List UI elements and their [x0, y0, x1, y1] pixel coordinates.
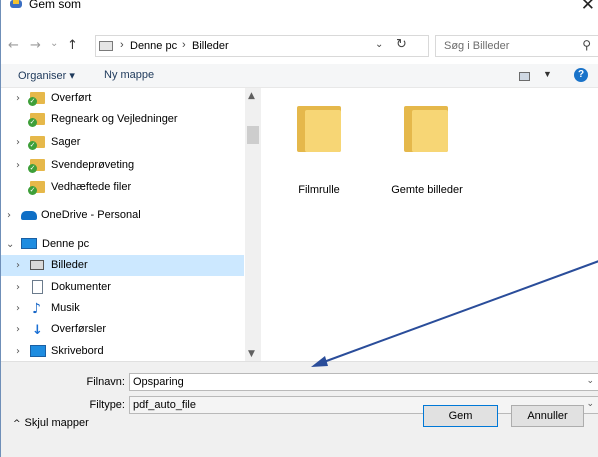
navigation-scrollbar[interactable]: ▲ ▼: [245, 88, 261, 361]
tree-item-label: Overførsler: [51, 323, 106, 335]
folder-icon: [297, 106, 341, 152]
close-icon[interactable]: ✕: [581, 0, 595, 15]
chevron-right-icon[interactable]: ›: [16, 132, 20, 153]
pictures-icon: [30, 260, 44, 270]
chevron-right-icon[interactable]: ›: [16, 319, 20, 340]
chevron-right-icon[interactable]: ›: [16, 255, 20, 276]
desktop-icon: [30, 345, 46, 357]
chevron-right-icon[interactable]: ›: [16, 155, 20, 176]
view-options-icon[interactable]: [519, 72, 530, 81]
tree-item-vedhaeftede-filer[interactable]: ✓ Vedhæftede filer: [1, 177, 244, 198]
folder-sync-icon: ✓: [28, 181, 45, 195]
tree-item-svendeproeveting[interactable]: › ✓ Svendeprøveting: [1, 155, 244, 176]
tree-item-overfoert[interactable]: › ✓ Overført: [1, 88, 244, 109]
filetype-label: Filtype:: [89, 399, 125, 411]
chevron-down-icon[interactable]: ⌄: [6, 234, 14, 255]
filename-label: Filnavn:: [86, 376, 125, 388]
chevron-right-icon[interactable]: ›: [16, 277, 20, 298]
new-folder-button[interactable]: Ny mappe: [104, 69, 154, 81]
folder-sync-icon: ✓: [28, 113, 45, 127]
chevron-down-icon[interactable]: ⌄: [586, 399, 594, 409]
tree-item-label: Sager: [51, 136, 81, 148]
chevron-right-icon[interactable]: ›: [16, 298, 20, 319]
scroll-down-icon[interactable]: ▼: [248, 349, 255, 359]
chevron-right-icon[interactable]: ›: [7, 205, 11, 226]
navigation-pane: › ✓ Overført ✓ Regneark og Vejledninger …: [1, 88, 259, 361]
filetype-value: pdf_auto_file: [133, 399, 196, 411]
tree-item-skrivebord[interactable]: › Skrivebord: [1, 341, 244, 362]
tree-item-label: Svendeprøveting: [51, 159, 135, 171]
folder-sync-icon: ✓: [28, 136, 45, 150]
chevron-up-icon: ^: [13, 419, 21, 429]
filename-input[interactable]: Opsparing: [133, 376, 184, 388]
chevron-right-icon[interactable]: ›: [16, 88, 20, 109]
up-folder-icon[interactable]: ↑: [67, 33, 78, 59]
tree-item-sager[interactable]: › ✓ Sager: [1, 132, 244, 153]
tree-item-billeder[interactable]: › Billeder: [1, 255, 244, 276]
navigation-bar: ← → ⌄ ↑ › Denne pc › Billeder ⌄ ↻ Søg i …: [1, 33, 598, 59]
breadcrumb-billeder[interactable]: Billeder: [192, 40, 229, 52]
scrollbar-thumb[interactable]: [247, 126, 259, 144]
folder-sync-icon: ✓: [28, 92, 45, 106]
tree-item-label: Billeder: [51, 259, 88, 271]
tree-item-overfoersler[interactable]: › ↓ Overførsler: [1, 319, 244, 340]
chevron-right-icon[interactable]: ›: [16, 341, 20, 362]
search-input[interactable]: Søg i Billeder: [444, 40, 509, 52]
music-icon: ♪: [32, 301, 41, 317]
chevron-down-icon[interactable]: ⌄: [375, 39, 383, 50]
folder-sync-icon: ✓: [28, 159, 45, 173]
hide-folders-button[interactable]: ^ Skjul mapper: [13, 417, 89, 429]
tree-item-regneark[interactable]: ✓ Regneark og Vejledninger: [1, 109, 244, 130]
breadcrumb-separator: ›: [182, 39, 186, 51]
chevron-down-icon[interactable]: ⌄: [586, 376, 594, 386]
tree-item-denne-pc[interactable]: ⌄ Denne pc: [1, 234, 244, 255]
command-bar: Organiser ▾ Ny mappe ▼ ?: [1, 64, 598, 88]
save-as-dialog: Gem som ✕ ← → ⌄ ↑ › Denne pc › Billeder …: [0, 0, 598, 457]
tree-item-label: Overført: [51, 92, 92, 104]
tree-item-onedrive[interactable]: › OneDrive - Personal: [1, 205, 244, 226]
breadcrumb-denne-pc[interactable]: Denne pc: [130, 40, 177, 52]
app-icon: [10, 0, 22, 8]
cancel-button[interactable]: Annuller: [511, 405, 584, 427]
filename-field[interactable]: Opsparing ⌄: [129, 373, 598, 391]
organize-button[interactable]: Organiser ▾: [18, 69, 75, 82]
tree-item-label: OneDrive - Personal: [41, 209, 141, 221]
forward-icon[interactable]: →: [30, 33, 41, 59]
chevron-down-icon[interactable]: ▼: [543, 69, 552, 79]
save-options-panel: Filnavn: Opsparing ⌄ Filtype: pdf_auto_f…: [1, 361, 598, 457]
tree-item-label: Dokumenter: [51, 281, 111, 293]
window-title: Gem som: [29, 0, 82, 11]
recent-locations-icon[interactable]: ⌄: [50, 31, 58, 57]
tree-item-dokumenter[interactable]: › Dokumenter: [1, 277, 244, 298]
tree-item-label: Musik: [51, 302, 80, 314]
refresh-icon[interactable]: ↻: [396, 37, 407, 52]
search-box[interactable]: Søg i Billeder ⚲: [435, 35, 598, 57]
help-button[interactable]: ?: [574, 68, 588, 82]
tree-item-label: Denne pc: [42, 238, 90, 250]
folder-label: Filmrulle: [298, 184, 340, 196]
save-button[interactable]: Gem: [423, 405, 498, 427]
tree-item-label: Skrivebord: [51, 345, 104, 357]
downloads-icon: ↓: [32, 323, 43, 338]
title-bar: Gem som ✕: [1, 0, 598, 22]
folder-label: Gemte billeder: [391, 184, 463, 196]
back-icon[interactable]: ←: [8, 33, 19, 59]
onedrive-icon: [21, 211, 37, 220]
scroll-up-icon[interactable]: ▲: [248, 91, 255, 101]
search-icon: ⚲: [582, 38, 591, 52]
hide-folders-label: Skjul mapper: [24, 417, 89, 429]
breadcrumb-separator: ›: [120, 39, 124, 51]
tree-item-musik[interactable]: › ♪ Musik: [1, 298, 244, 319]
address-bar[interactable]: › Denne pc › Billeder ⌄ ↻: [95, 35, 429, 57]
tree-item-label: Vedhæftede filer: [51, 181, 132, 193]
documents-icon: [32, 280, 43, 294]
pictures-icon: [99, 41, 113, 51]
folder-icon: [404, 106, 448, 152]
pc-icon: [21, 238, 37, 249]
tree-item-label: Regneark og Vejledninger: [51, 113, 178, 125]
file-list: Filmrulle Gemte billeder: [261, 88, 598, 361]
